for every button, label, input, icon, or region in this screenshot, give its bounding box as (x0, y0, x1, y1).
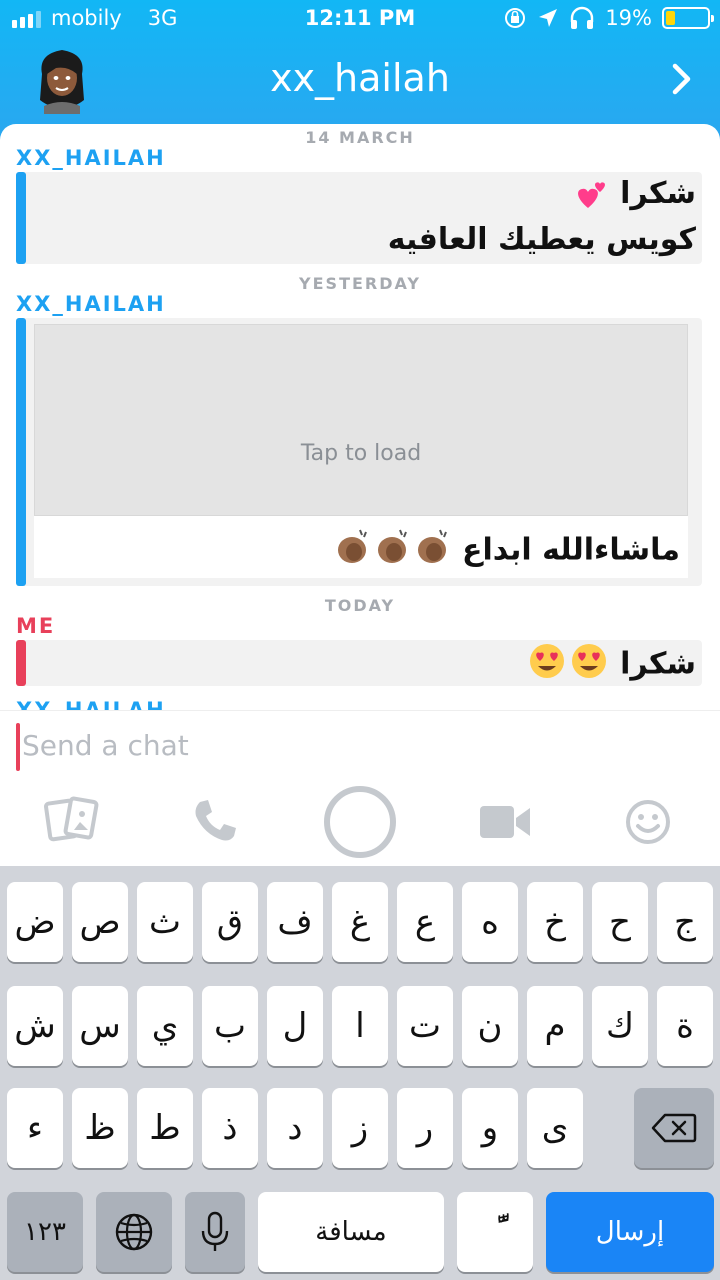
backspace-icon (651, 1113, 697, 1143)
battery-percent: 19% (605, 6, 652, 30)
globe-key[interactable] (96, 1192, 172, 1272)
orientation-lock-icon (505, 8, 526, 28)
chat-feed[interactable]: 14 MARCH XX_HAILAH شكرا كويس يعطيك العاف… (0, 124, 720, 710)
key[interactable]: ك (592, 986, 648, 1066)
key[interactable]: ت (397, 986, 453, 1066)
message-text: ماشاءالله ابداع (461, 532, 680, 568)
key[interactable]: ح (592, 882, 648, 962)
key[interactable]: ع (397, 882, 453, 962)
key[interactable]: ظ (72, 1088, 128, 1168)
key[interactable]: ه (462, 882, 518, 962)
key[interactable]: ل (267, 986, 323, 1066)
key[interactable]: ر (397, 1088, 453, 1168)
two-hearts-emoji (577, 181, 605, 208)
key[interactable]: ش (7, 986, 63, 1066)
date-separator: 14 MARCH (305, 128, 415, 147)
chat-input[interactable]: Send a chat (22, 729, 189, 762)
key[interactable]: س (72, 986, 128, 1066)
chat-title[interactable]: xx_hailah (0, 56, 720, 100)
key[interactable]: ث (137, 882, 193, 962)
message-text: كويس يعطيك العافيه (387, 222, 696, 257)
key[interactable]: ة (657, 986, 713, 1066)
key[interactable]: ء (7, 1088, 63, 1168)
chat-input-row[interactable]: Send a chat (0, 710, 720, 780)
sender-label-me: ME (16, 614, 56, 638)
key[interactable]: ز (332, 1088, 388, 1168)
key[interactable]: ف (267, 882, 323, 962)
clapping-hands-emoji (332, 526, 452, 576)
key[interactable]: ي (137, 986, 193, 1066)
media-message[interactable]: Tap to load ماشاءالله ابداع (16, 318, 702, 586)
numbers-key[interactable]: ١٢٣ (7, 1192, 83, 1272)
key[interactable]: غ (332, 882, 388, 962)
sender-label-partial: XX_HAILAH (16, 698, 166, 710)
arabic-keyboard: ج ح خ ه ع غ ف ق ث ص ض ة ك م ن ت ا ل ب ي … (0, 866, 720, 1280)
message-text: شكرا (620, 176, 696, 211)
chat-header: mobily 3G 12:11 PM 19% xx_hailah (0, 0, 720, 140)
key[interactable]: ا (332, 986, 388, 1066)
key[interactable]: خ (527, 882, 583, 962)
key[interactable]: د (267, 1088, 323, 1168)
tap-to-load-label: Tap to load (300, 441, 422, 466)
numbers-key-label: ١٢٣ (24, 1217, 66, 1247)
key[interactable]: ط (137, 1088, 193, 1168)
diacritic-key[interactable]: ًّ (457, 1192, 533, 1272)
key[interactable]: ب (202, 986, 258, 1066)
send-key[interactable]: إرسال (546, 1192, 714, 1272)
memories-icon[interactable] (44, 796, 100, 844)
status-bar: mobily 3G 12:11 PM 19% (0, 6, 720, 36)
media-placeholder[interactable]: Tap to load (34, 324, 688, 516)
battery-icon (662, 7, 714, 29)
headphones-icon (571, 6, 594, 29)
capture-button[interactable] (322, 784, 398, 860)
key[interactable]: ن (462, 986, 518, 1066)
date-separator: TODAY (324, 596, 396, 615)
key[interactable]: ص (72, 882, 128, 962)
microphone-key[interactable] (185, 1192, 245, 1272)
space-key-label: مسافة (315, 1217, 387, 1247)
space-key[interactable]: مسافة (258, 1192, 444, 1272)
emoji-icon[interactable] (624, 798, 672, 846)
key[interactable]: ق (202, 882, 258, 962)
location-icon (539, 9, 558, 27)
key[interactable]: ى (527, 1088, 583, 1168)
key[interactable]: ج (657, 882, 713, 962)
chevron-right-icon[interactable] (670, 62, 694, 96)
backspace-key[interactable] (634, 1088, 714, 1168)
phone-icon[interactable] (190, 796, 240, 846)
message[interactable]: شكرا كويس يعطيك العافيه (16, 172, 702, 264)
microphone-icon (201, 1211, 229, 1251)
chat-toolbar (0, 780, 720, 866)
message-text: شكرا (620, 646, 696, 682)
globe-icon (115, 1213, 153, 1251)
text-cursor (16, 723, 20, 771)
key[interactable]: ذ (202, 1088, 258, 1168)
key[interactable]: و (462, 1088, 518, 1168)
key[interactable]: ض (7, 882, 63, 962)
sender-label: XX_HAILAH (16, 292, 166, 316)
message[interactable]: شكرا (16, 640, 702, 686)
sender-label: XX_HAILAH (16, 146, 166, 170)
date-separator: YESTERDAY (299, 274, 421, 293)
send-key-label: إرسال (595, 1217, 665, 1247)
heart-eyes-emoji (528, 642, 610, 688)
video-icon[interactable] (478, 802, 532, 842)
key[interactable]: م (527, 986, 583, 1066)
media-caption: ماشاءالله ابداع (34, 516, 688, 578)
